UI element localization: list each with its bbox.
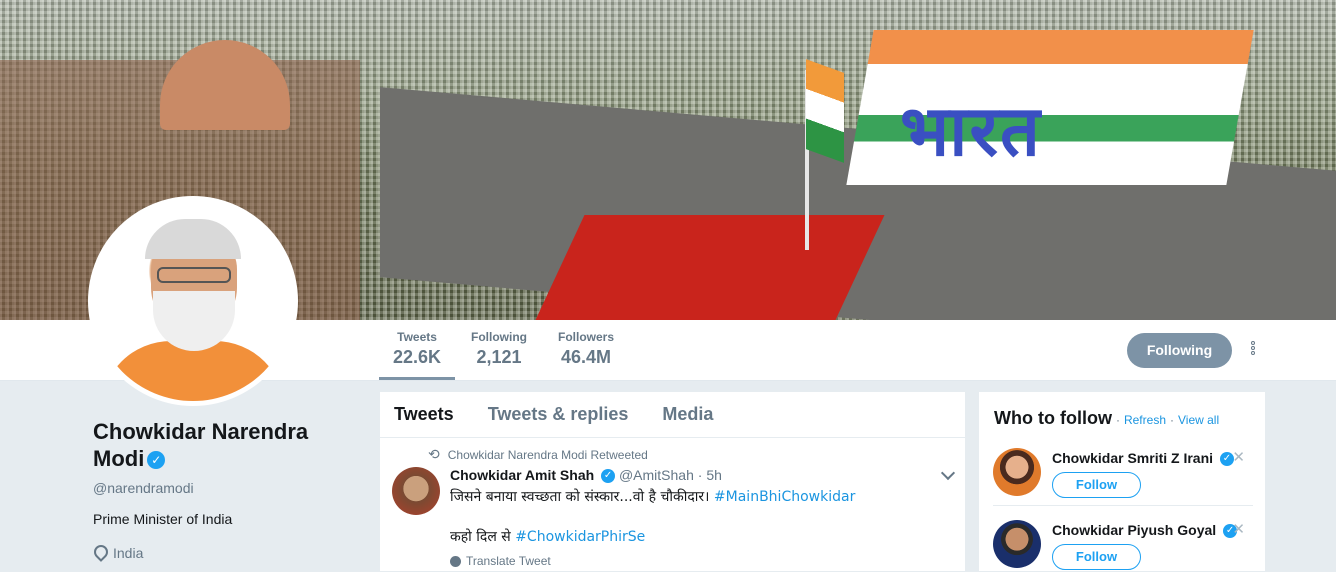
profile-name: Chowkidar Narendra Modi ✓ [93,418,353,472]
stat-tweets-value: 22.6K [393,347,442,367]
retweet-context-text[interactable]: Chowkidar Narendra Modi Retweeted [448,448,648,462]
profile-location-text: India [113,545,144,561]
profile-card: Chowkidar Narendra Modi ✓ @narendramodi P… [93,418,353,562]
hashtag-link[interactable]: #MainBhiChowkidar [714,489,855,505]
stat-followers-value: 46.4M [560,347,612,367]
banner-flag [806,59,844,163]
stat-tweets[interactable]: Tweets 22.6K [378,330,456,380]
timeline-tabs: Tweets Tweets & replies Media [380,392,965,438]
suggestion-avatar[interactable] [993,520,1041,568]
suggestion-avatar[interactable] [993,448,1041,496]
tweet-author-name[interactable]: Chowkidar Amit Shah [450,467,594,483]
translate-tweet-label[interactable]: Translate Tweet [466,554,551,568]
tweet[interactable]: ⟲ Chowkidar Narendra Modi Retweeted Chow… [380,438,965,568]
retweet-icon: ⟲ [428,446,440,462]
tweet-text-main: जिसने बनाया स्वच्छता को संस्कार...वो है … [450,489,710,506]
stat-tweets-label: Tweets [397,330,437,344]
close-icon[interactable]: ✕ [1232,448,1245,466]
stat-followers-label: Followers [558,330,615,344]
suggestion-name-text[interactable]: Chowkidar Smriti Z Irani [1052,450,1213,466]
follow-button[interactable]: Follow [1052,544,1141,570]
tab-tweets-replies[interactable]: Tweets & replies [488,404,629,425]
tweet-author-avatar[interactable] [392,467,440,515]
banner-bharat-text: भारत [900,90,1042,172]
suggestion-item: Chowkidar Piyush Goyal ✓ ✕ Follow [993,520,1253,572]
hashtag-link[interactable]: #ChowkidarPhirSe [515,529,645,545]
avatar-photo [93,201,293,401]
translate-tweet[interactable]: Translate Tweet [450,554,953,568]
following-button[interactable]: Following [1127,333,1232,368]
tweet-header: Chowkidar Amit Shah ✓ @AmitShah · 5h [450,467,953,484]
timeline: Tweets Tweets & replies Media ⟲ Chowkida… [379,391,966,572]
tweet-text-line2: कहो दिल से [450,529,511,546]
tweet-text: जिसने बनाया स्वच्छता को संस्कार...वो है … [450,487,953,547]
more-options-icon[interactable] [1245,340,1261,362]
verified-badge-icon: ✓ [601,469,616,484]
suggestion-item: Chowkidar Smriti Z Irani ✓ ✕ Follow [993,448,1253,506]
tweet-timestamp[interactable]: 5h [706,467,722,483]
stat-following[interactable]: Following 2,121 [471,330,527,368]
close-icon[interactable]: ✕ [1232,520,1245,538]
tweet-separator: · [697,467,703,483]
retweet-context: ⟲ Chowkidar Narendra Modi Retweeted [428,446,953,463]
stat-followers[interactable]: Followers 46.4M [558,330,614,368]
follow-button[interactable]: Follow [1052,472,1141,498]
tab-media[interactable]: Media [662,404,713,425]
profile-avatar[interactable] [88,196,298,406]
tweet-author-handle[interactable]: @AmitShah [619,467,694,483]
location-pin-icon [93,544,107,562]
stat-following-label: Following [471,330,527,344]
profile-name-text: Chowkidar Narendra Modi [93,419,309,471]
profile-handle[interactable]: @narendramodi [93,480,353,496]
who-to-follow-header: Who to follow · Refresh · View all [994,408,1220,428]
verified-badge-icon: ✓ [147,451,166,470]
suggestion-name[interactable]: Chowkidar Piyush Goyal ✓ [1052,522,1238,539]
view-all-link[interactable]: View all [1178,413,1219,427]
stat-following-value: 2,121 [476,347,522,367]
tab-tweets[interactable]: Tweets [394,404,454,425]
suggestion-name[interactable]: Chowkidar Smriti Z Irani ✓ [1052,450,1234,467]
who-to-follow-title: Who to follow [994,408,1112,428]
profile-location: India [93,544,353,562]
banner-carpet [535,215,885,320]
suggestion-name-text[interactable]: Chowkidar Piyush Goyal [1052,522,1216,538]
globe-icon [450,555,461,567]
profile-bio: Prime Minister of India [93,511,233,527]
who-to-follow: Who to follow · Refresh · View all Chowk… [978,391,1266,572]
refresh-link[interactable]: Refresh [1124,413,1166,427]
